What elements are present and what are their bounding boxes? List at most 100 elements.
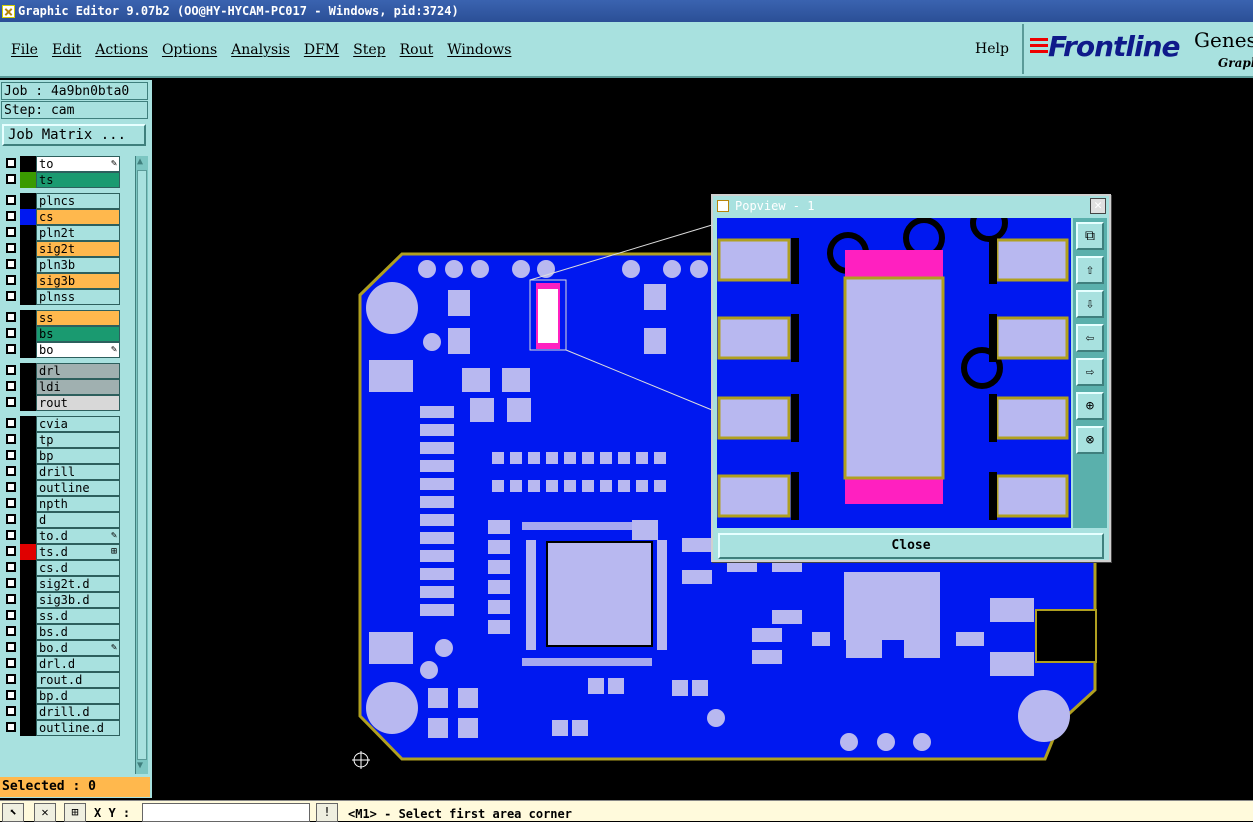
layer-checkbox[interactable] — [6, 466, 16, 476]
layer-checkbox[interactable] — [6, 690, 16, 700]
layer-color-swatch[interactable] — [20, 193, 36, 209]
layer-checkbox[interactable] — [6, 594, 16, 604]
layer-color-swatch[interactable] — [20, 172, 36, 188]
layer-checkbox[interactable] — [6, 610, 16, 620]
popview-close-button[interactable]: Close — [718, 533, 1104, 559]
layer-name[interactable]: to ✎ — [36, 156, 120, 172]
layer-list-scrollbar[interactable]: ▲ ▼ — [135, 156, 148, 774]
layer-row-ss[interactable]: ss — [2, 310, 122, 326]
pop-zoom-in-icon[interactable]: ⊕ — [1076, 392, 1104, 420]
layer-color-swatch[interactable] — [20, 528, 36, 544]
layer-color-swatch[interactable] — [20, 257, 36, 273]
job-matrix-button[interactable]: Job Matrix ... — [2, 124, 146, 146]
layer-row-outline-d[interactable]: outline.d — [2, 720, 122, 736]
layer-color-swatch[interactable] — [20, 273, 36, 289]
layer-name[interactable]: ts — [36, 172, 120, 188]
layer-name[interactable]: rout — [36, 395, 120, 411]
layer-checkbox[interactable] — [6, 450, 16, 460]
menu-options[interactable]: Options — [162, 42, 217, 58]
layer-color-swatch[interactable] — [20, 432, 36, 448]
layer-name[interactable]: bo.d ✎ — [36, 640, 120, 656]
layer-name[interactable]: ldi — [36, 379, 120, 395]
layer-color-swatch[interactable] — [20, 464, 36, 480]
layer-color-swatch[interactable] — [20, 379, 36, 395]
layer-row-bs-d[interactable]: bs.d — [2, 624, 122, 640]
layer-row-bo-d[interactable]: bo.d ✎ — [2, 640, 122, 656]
layer-row-sig2t-d[interactable]: sig2t.d — [2, 576, 122, 592]
layer-color-swatch[interactable] — [20, 225, 36, 241]
layer-color-swatch[interactable] — [20, 326, 36, 342]
layer-row-ss-d[interactable]: ss.d — [2, 608, 122, 624]
layer-row-ts-d[interactable]: ts.d ⊞ — [2, 544, 122, 560]
scroll-down-icon[interactable]: ▼ — [137, 760, 143, 771]
layer-checkbox[interactable] — [6, 434, 16, 444]
layer-row-ldi[interactable]: ldi — [2, 379, 122, 395]
layer-row-plnss[interactable]: plnss — [2, 289, 122, 305]
layer-color-swatch[interactable] — [20, 560, 36, 576]
layer-color-swatch[interactable] — [20, 656, 36, 672]
layer-name[interactable]: sig2t — [36, 241, 120, 257]
layer-name[interactable]: cvia — [36, 416, 120, 432]
layer-name[interactable]: drill — [36, 464, 120, 480]
layer-color-swatch[interactable] — [20, 688, 36, 704]
menu-edit[interactable]: Edit — [52, 42, 81, 58]
popview-canvas[interactable] — [717, 218, 1071, 528]
layer-checkbox[interactable] — [6, 658, 16, 668]
layer-checkbox[interactable] — [6, 706, 16, 716]
layer-row-plncs[interactable]: plncs — [2, 193, 122, 209]
layer-row-drill[interactable]: drill — [2, 464, 122, 480]
layer-checkbox[interactable] — [6, 418, 16, 428]
layer-checkbox[interactable] — [6, 195, 16, 205]
menu-step[interactable]: Step — [353, 42, 385, 58]
layer-checkbox[interactable] — [6, 642, 16, 652]
layer-name[interactable]: sig2t.d — [36, 576, 120, 592]
layer-color-swatch[interactable] — [20, 624, 36, 640]
layer-checkbox[interactable] — [6, 344, 16, 354]
layer-row-to-d[interactable]: to.d ✎ — [2, 528, 122, 544]
select-arrow-icon[interactable]: ⬉ — [2, 803, 24, 822]
layer-name[interactable]: bp.d — [36, 688, 120, 704]
layer-color-swatch[interactable] — [20, 156, 36, 172]
popview-close-icon[interactable]: ✕ — [1090, 198, 1106, 214]
layer-row-bp[interactable]: bp — [2, 448, 122, 464]
layer-name[interactable]: tp — [36, 432, 120, 448]
layer-color-swatch[interactable] — [20, 544, 36, 560]
layer-name[interactable]: cs.d — [36, 560, 120, 576]
layer-checkbox[interactable] — [6, 243, 16, 253]
layer-color-swatch[interactable] — [20, 310, 36, 326]
layer-name[interactable]: npth — [36, 496, 120, 512]
scroll-up-icon[interactable]: ▲ — [137, 156, 143, 167]
layer-row-outline[interactable]: outline — [2, 480, 122, 496]
layer-name[interactable]: pln2t — [36, 225, 120, 241]
layer-row-cs-d[interactable]: cs.d — [2, 560, 122, 576]
menu-windows[interactable]: Windows — [447, 42, 511, 58]
menu-analysis[interactable]: Analysis — [231, 42, 290, 58]
pop-pan-left-icon[interactable]: ⇦ — [1076, 324, 1104, 352]
pop-zoom-out-icon[interactable]: ⊗ — [1076, 426, 1104, 454]
layer-color-swatch[interactable] — [20, 209, 36, 225]
layer-color-swatch[interactable] — [20, 480, 36, 496]
layer-name[interactable]: rout.d — [36, 672, 120, 688]
layer-row-bo[interactable]: bo ✎ — [2, 342, 122, 358]
layer-name[interactable]: plncs — [36, 193, 120, 209]
layer-checkbox[interactable] — [6, 674, 16, 684]
layer-color-swatch[interactable] — [20, 512, 36, 528]
layer-color-swatch[interactable] — [20, 342, 36, 358]
layer-checkbox[interactable] — [6, 158, 16, 168]
layer-row-sig3b[interactable]: sig3b — [2, 273, 122, 289]
layer-name[interactable]: cs — [36, 209, 120, 225]
layer-color-swatch[interactable] — [20, 672, 36, 688]
layer-color-swatch[interactable] — [20, 289, 36, 305]
layer-name[interactable]: sig3b.d — [36, 592, 120, 608]
layer-checkbox[interactable] — [6, 227, 16, 237]
layer-name[interactable]: ts.d ⊞ — [36, 544, 120, 560]
layer-row-drl[interactable]: drl — [2, 363, 122, 379]
layer-checkbox[interactable] — [6, 626, 16, 636]
info-icon[interactable]: ! — [316, 803, 338, 822]
cross-tool-icon[interactable]: ✕ — [34, 803, 56, 822]
menu-file[interactable]: File — [11, 42, 38, 58]
layer-row-drill-d[interactable]: drill.d — [2, 704, 122, 720]
layer-checkbox[interactable] — [6, 211, 16, 221]
layer-checkbox[interactable] — [6, 397, 16, 407]
menu-dfm[interactable]: DFM — [304, 42, 339, 58]
